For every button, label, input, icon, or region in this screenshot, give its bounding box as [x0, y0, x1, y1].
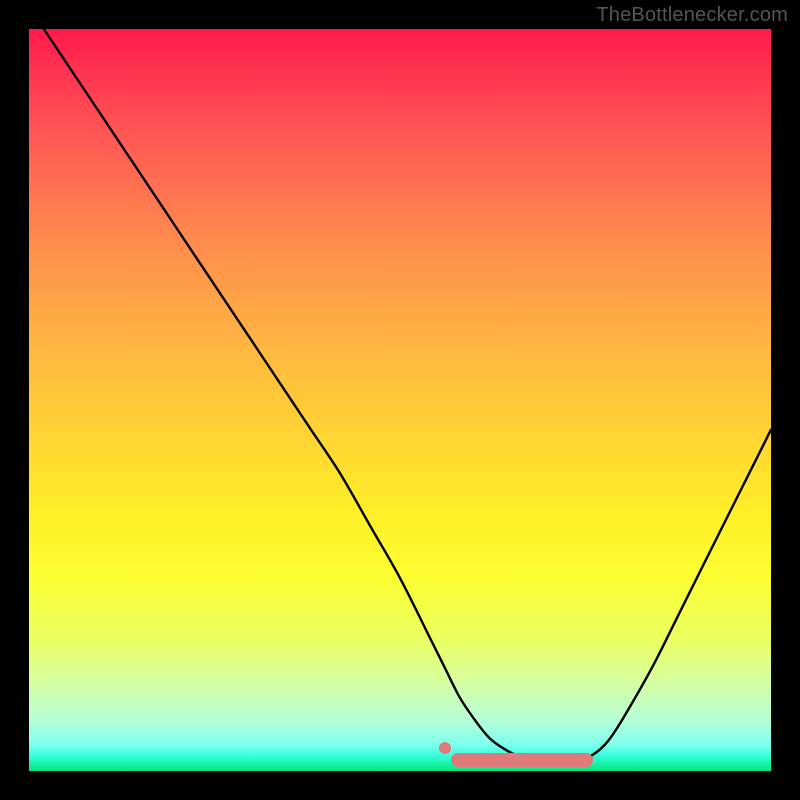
- optimal-range-marker-dot: [439, 742, 451, 754]
- bottleneck-curve: [29, 29, 771, 771]
- attribution-text: TheBottlenecker.com: [596, 4, 788, 27]
- chart-area: [29, 29, 771, 771]
- curve-path: [44, 29, 771, 762]
- optimal-range-marker: [451, 753, 593, 767]
